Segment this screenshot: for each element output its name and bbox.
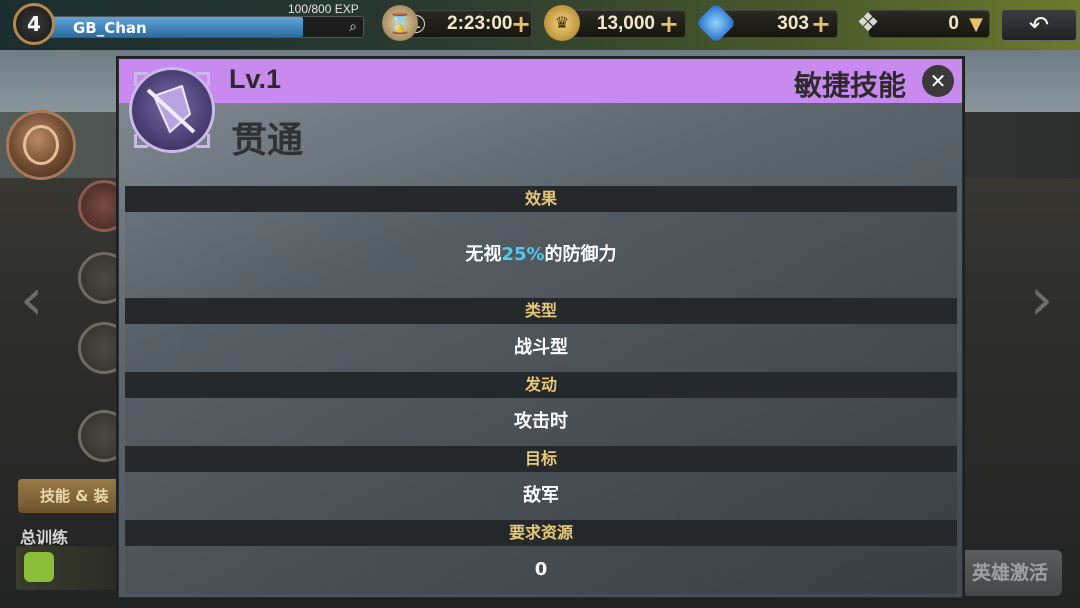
player-level-badge[interactable]: 4 <box>13 3 55 45</box>
close-icon[interactable]: ✕ <box>922 65 954 97</box>
fist-icon <box>24 552 54 582</box>
target-header: 目标 <box>125 446 957 472</box>
search-icon[interactable]: ⌕ <box>349 19 357 35</box>
required-resource-header: 要求资源 <box>125 520 957 546</box>
gold-value: 13,000 <box>596 13 655 34</box>
energy-timer-bar[interactable]: 1 2:23:00 + <box>400 10 532 38</box>
player-name-bar[interactable]: GB_Chan ⌕ <box>44 16 364 38</box>
gold-bar[interactable]: 13,000 + <box>562 10 686 38</box>
trigger-value: 攻击时 <box>125 398 957 446</box>
gold-add-icon[interactable]: + <box>659 10 679 38</box>
effect-value: 无视25%的防御力 <box>125 212 957 298</box>
shield-sword-skill-icon <box>129 67 215 153</box>
skill-level: Lv.1 <box>229 64 282 94</box>
crystal-bar[interactable]: 0 ▼ <box>868 10 990 38</box>
training-slot[interactable] <box>16 546 122 590</box>
skill-detail-modal: Lv.1 敏捷技能 ✕ 贯通 效果 无视25%的防御力 类型 战斗型 发动 攻击… <box>118 58 963 598</box>
gem-value: 303 <box>777 13 809 34</box>
crystal-dropdown-icon[interactable]: ▼ <box>969 14 983 35</box>
skill-info-table: 效果 无视25%的防御力 类型 战斗型 发动 攻击时 目标 敌军 要求资源 0 <box>125 186 957 594</box>
gold-coin-icon: ♛ <box>544 5 580 41</box>
crystal-value: 0 <box>948 13 959 34</box>
hero-activate-button[interactable]: 英雄激活 <box>958 550 1062 596</box>
type-header: 类型 <box>125 298 957 324</box>
hourglass-icon: ⌛ <box>382 5 418 41</box>
training-label: 总训练 <box>20 528 69 547</box>
medallion-emblem <box>23 125 59 165</box>
back-arrow-icon: ↶ <box>1028 11 1050 39</box>
required-resource-value: 0 <box>125 546 957 594</box>
hero-class-medallion[interactable] <box>6 110 76 180</box>
back-button[interactable]: ↶ <box>1001 9 1077 41</box>
timer-value: 2:23:00 <box>447 13 513 34</box>
exp-text: 100/800 EXP <box>288 2 359 16</box>
player-name: GB_Chan <box>73 19 147 37</box>
effect-prefix: 无视 <box>465 244 502 265</box>
trigger-header: 发动 <box>125 372 957 398</box>
shield-glyph <box>146 84 196 134</box>
type-value: 战斗型 <box>125 324 957 372</box>
gem-bar[interactable]: 303 + <box>716 10 838 38</box>
skill-name: 贯通 <box>231 120 304 161</box>
modal-header: Lv.1 敏捷技能 ✕ <box>119 59 962 103</box>
effect-highlight: 25% <box>501 244 545 265</box>
prev-hero-arrow-icon[interactable]: ‹ <box>20 270 43 328</box>
timer-add-icon[interactable]: + <box>511 10 531 38</box>
skill-category: 敏捷技能 <box>793 69 906 102</box>
gem-add-icon[interactable]: + <box>811 10 831 38</box>
target-value: 敌军 <box>125 472 957 520</box>
effect-header: 效果 <box>125 186 957 212</box>
skills-equipment-tab[interactable]: 技能 & 装 <box>18 479 128 513</box>
next-hero-arrow-icon[interactable]: › <box>1030 270 1053 328</box>
effect-suffix: 的防御力 <box>544 244 617 265</box>
crystal-icon: ❖ <box>856 8 880 38</box>
